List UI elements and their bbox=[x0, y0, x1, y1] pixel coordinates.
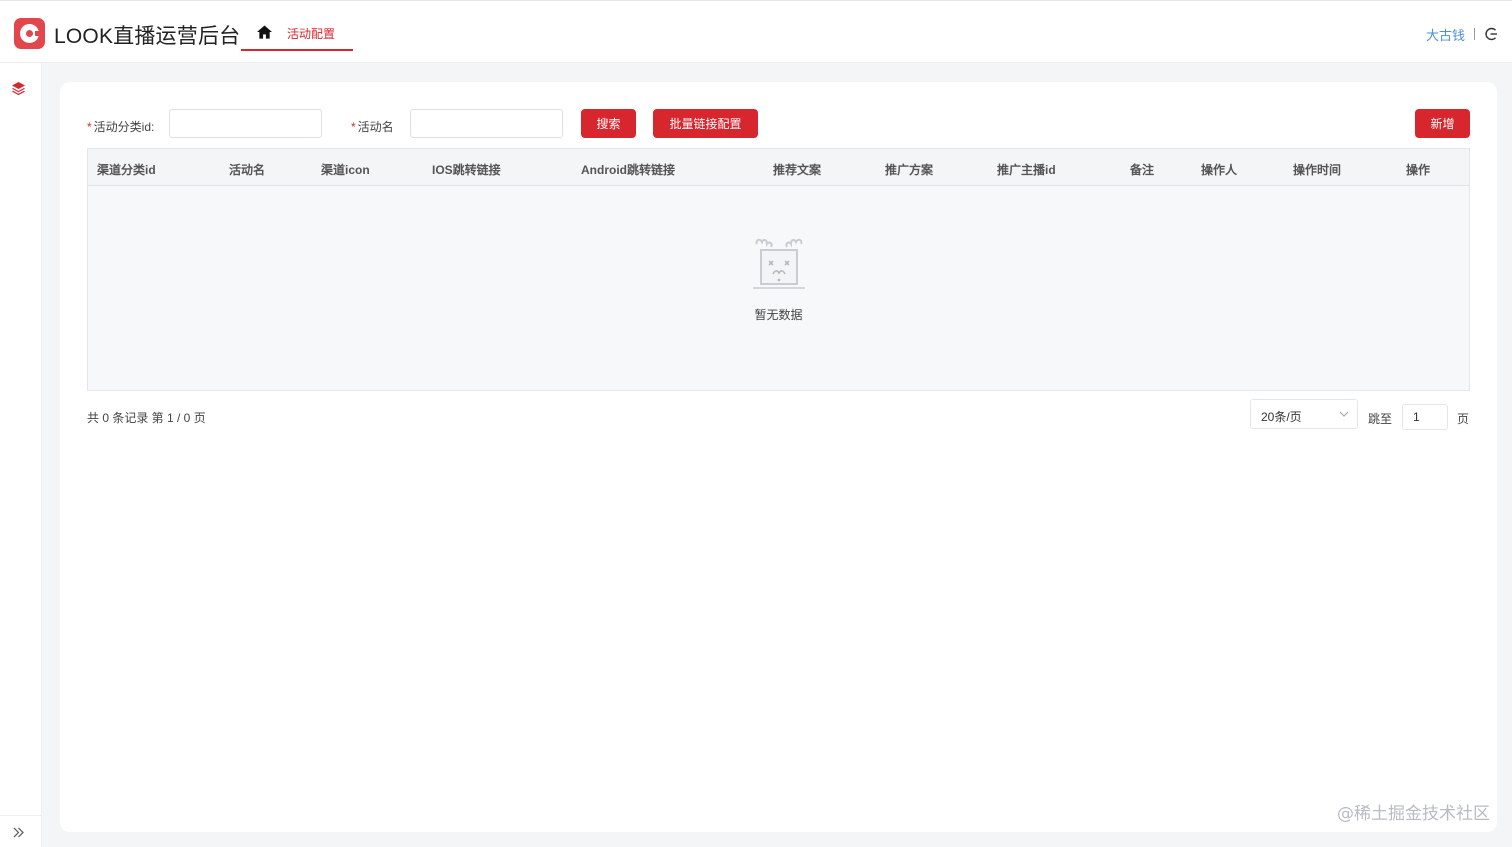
column-header[interactable]: 操作时间 bbox=[1293, 161, 1341, 178]
column-header[interactable]: 备注 bbox=[1130, 161, 1154, 178]
column-header[interactable]: 操作人 bbox=[1201, 161, 1237, 178]
jump-label: 跳至 bbox=[1368, 412, 1393, 426]
empty-data-moose-icon bbox=[753, 238, 805, 289]
header-divider bbox=[1474, 28, 1475, 40]
tab-active[interactable]: 活动配置 bbox=[241, 15, 353, 51]
activity-name-label: * 活动名 bbox=[351, 120, 394, 134]
pagination-summary: 共 0 条记录 第 1 / 0 页 bbox=[87, 411, 206, 425]
page-size-value[interactable]: 20条/页 bbox=[1261, 408, 1302, 425]
page-size-select[interactable]: 20条/页 bbox=[1250, 399, 1358, 429]
sidebar-toggle[interactable] bbox=[0, 815, 42, 847]
column-header[interactable]: 推荐文案 bbox=[773, 161, 821, 178]
add-button[interactable]: 新增 bbox=[1415, 109, 1470, 138]
watermark: @稀土掘金技术社区 bbox=[1337, 804, 1490, 824]
column-header[interactable]: 活动名 bbox=[229, 161, 265, 178]
search-button[interactable]: 搜索 bbox=[581, 109, 636, 138]
column-header[interactable]: 推广方案 bbox=[885, 161, 933, 178]
logout-icon[interactable] bbox=[1484, 27, 1498, 41]
table-header: 渠道分类id 活动名 渠道icon IOS跳转链接 Android跳转链接 推荐… bbox=[88, 149, 1469, 186]
column-header[interactable]: 渠道icon bbox=[321, 161, 370, 178]
page-suffix: 页 bbox=[1457, 412, 1470, 426]
column-header[interactable]: 渠道分类id bbox=[97, 161, 156, 178]
empty-text: 暂无数据 bbox=[754, 308, 803, 322]
double-chevron-right-icon[interactable] bbox=[12, 826, 25, 839]
column-header[interactable]: Android跳转链接 bbox=[581, 161, 675, 178]
category-id-input[interactable] bbox=[169, 109, 322, 138]
data-table: 渠道分类id 活动名 渠道icon IOS跳转链接 Android跳转链接 推荐… bbox=[87, 148, 1470, 391]
column-header[interactable]: IOS跳转链接 bbox=[432, 161, 501, 178]
content-card: * 活动分类id: * 活动名 搜索 批量链接配置 新增 渠道分类id 活动名 渠道… bbox=[60, 82, 1497, 832]
top-header: LOOK直播运营后台 活动配置 大古钱 bbox=[0, 0, 1512, 63]
home-icon[interactable] bbox=[257, 25, 272, 39]
column-header[interactable]: 操作 bbox=[1406, 161, 1430, 178]
sidebar bbox=[0, 63, 42, 847]
activity-name-input[interactable] bbox=[410, 109, 563, 138]
column-header[interactable]: 推广主播id bbox=[997, 161, 1056, 178]
jump-page-input[interactable] bbox=[1402, 404, 1448, 430]
chevron-down-icon[interactable] bbox=[1339, 410, 1349, 418]
batch-link-config-button[interactable]: 批量链接配置 bbox=[653, 109, 758, 138]
tab-label[interactable]: 活动配置 bbox=[287, 25, 335, 42]
app-logo[interactable] bbox=[14, 18, 45, 49]
app-title: LOOK直播运营后台 bbox=[54, 25, 241, 48]
header-user-area: 大古钱 bbox=[1426, 25, 1498, 43]
empty-state: 暂无数据 bbox=[88, 186, 1469, 391]
category-id-label: * 活动分类id: bbox=[87, 120, 155, 134]
user-name-link[interactable]: 大古钱 bbox=[1426, 25, 1465, 44]
layers-icon[interactable] bbox=[11, 81, 26, 96]
